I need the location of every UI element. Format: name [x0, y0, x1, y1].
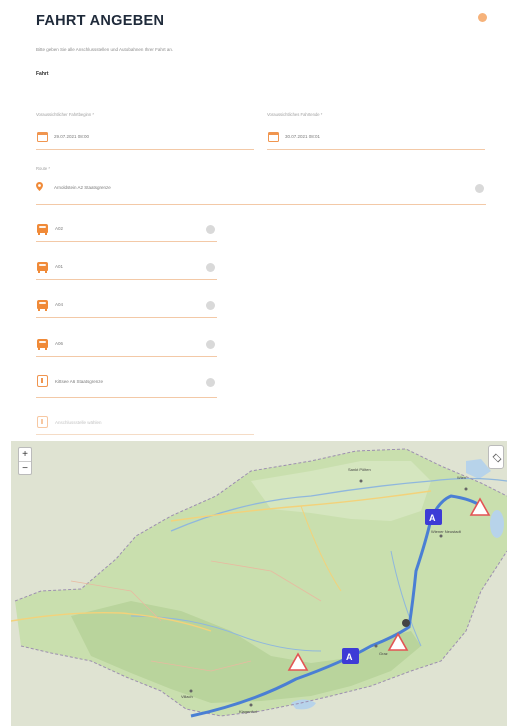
route-label: Route *	[36, 166, 50, 171]
map-label: Graz	[379, 651, 388, 656]
zoom-in-button[interactable]: +	[19, 448, 31, 461]
exit-icon	[37, 416, 48, 428]
map-label: Wien	[457, 475, 467, 480]
map-label: Klagenfurt	[239, 709, 258, 714]
motorway-icon	[37, 339, 48, 350]
page-title: FAHRT ANGEBEN	[36, 13, 165, 29]
clear-stop-button[interactable]	[206, 301, 215, 310]
field-underline	[36, 204, 486, 205]
svg-text:A: A	[429, 513, 436, 523]
clear-stop-button[interactable]	[206, 225, 215, 234]
exit-icon	[37, 375, 48, 387]
clear-stop-button[interactable]	[206, 340, 215, 349]
start-date-value: 29.07.2021 08:00	[54, 134, 90, 139]
calendar-icon	[268, 132, 279, 142]
route-map[interactable]: A A Sankt Pölten Wiener Neustadt Klagenf…	[11, 441, 507, 726]
page-header: FAHRT ANGEBEN	[36, 10, 487, 36]
close-icon[interactable]	[478, 13, 487, 22]
field-underline	[36, 279, 217, 280]
stop-value: A02	[55, 226, 64, 231]
next-exit-field[interactable]: Anschlussstelle wählen	[36, 411, 254, 435]
zoom-control: + −	[18, 447, 32, 475]
location-pin-icon	[36, 182, 43, 191]
map-label: Villach	[181, 694, 193, 699]
clear-exit-button[interactable]	[206, 378, 215, 387]
next-exit-placeholder: Anschlussstelle wählen	[55, 420, 102, 425]
field-underline	[267, 149, 485, 150]
map-label: Sankt Pölten	[348, 467, 371, 472]
stop-field[interactable]: A02	[36, 219, 217, 242]
clear-stop-button[interactable]	[206, 263, 215, 272]
layers-button[interactable]	[488, 445, 504, 469]
end-date-field[interactable]: Voraussichtliches Fahrtende * 30.07.2021…	[267, 112, 485, 150]
exit-value: Kittsee A6 Staatsgrenze	[55, 379, 104, 384]
field-underline	[36, 241, 217, 242]
stop-value: A04	[55, 302, 64, 307]
intro-text: Bitte geben Sie alle Anschlussstellen un…	[36, 47, 174, 52]
field-underline	[36, 356, 217, 357]
exit-field[interactable]: Kittsee A6 Staatsgrenze	[36, 370, 217, 398]
stop-field[interactable]: A04	[36, 295, 217, 318]
stop-field[interactable]: A06	[36, 334, 217, 357]
route-field[interactable]: Route * Arnoldstein A2 Staatsgrenze	[36, 166, 486, 205]
layers-icon	[492, 453, 502, 463]
end-date-value: 30.07.2021 08:01	[285, 134, 321, 139]
stop-value: A06	[55, 341, 64, 346]
motorway-icon	[37, 300, 48, 311]
field-underline	[36, 434, 254, 435]
end-date-label: Voraussichtliches Fahrtende *	[267, 112, 323, 117]
start-date-label: Voraussichtlicher Fahrtbeginn *	[36, 112, 94, 117]
map-canvas: A A	[11, 441, 507, 726]
field-underline	[36, 397, 217, 398]
zoom-out-button[interactable]: −	[19, 461, 31, 474]
section-title: Fahrt	[36, 71, 49, 77]
calendar-icon	[37, 132, 48, 142]
field-underline	[36, 149, 254, 150]
motorway-icon	[37, 262, 48, 273]
stop-value: A01	[55, 264, 64, 269]
route-value: Arnoldstein A2 Staatsgrenze	[54, 185, 111, 190]
start-date-field[interactable]: Voraussichtlicher Fahrtbeginn * 29.07.20…	[36, 112, 254, 150]
svg-text:A: A	[346, 652, 353, 662]
stop-field[interactable]: A01	[36, 257, 217, 280]
clear-route-button[interactable]	[475, 184, 484, 193]
field-underline	[36, 317, 217, 318]
map-label: Wiener Neustadt	[431, 529, 461, 534]
motorway-icon	[37, 224, 48, 235]
